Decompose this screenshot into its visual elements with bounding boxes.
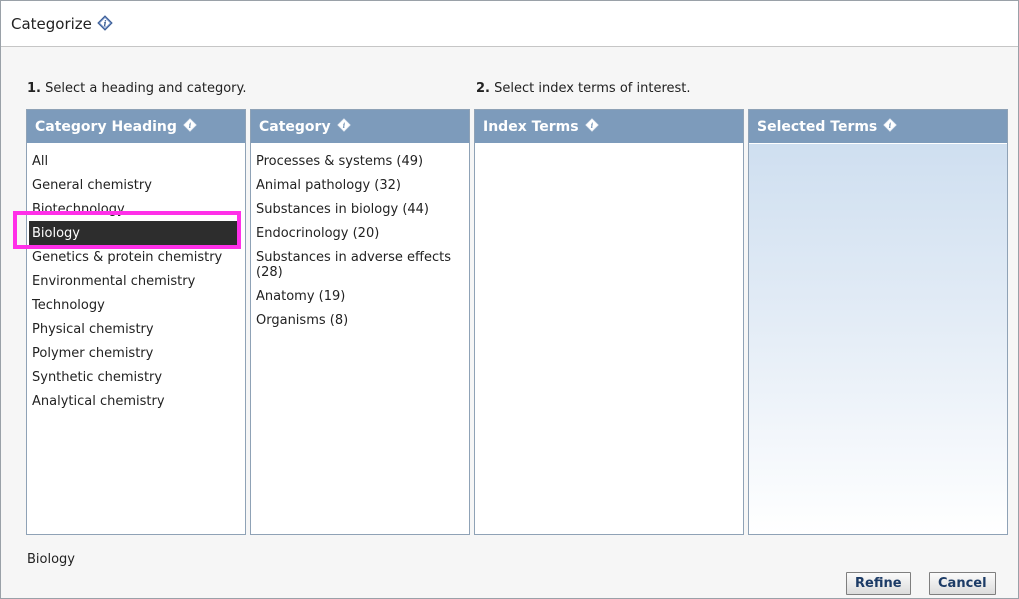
category-heading-item[interactable]: Biotechnology <box>27 197 245 221</box>
category-list-container: Processes & systems (49) Animal pathology… <box>251 144 469 534</box>
dialog-title: Categorize i <box>11 15 113 33</box>
info-icon[interactable]: i <box>336 118 351 132</box>
selected-terms-list[interactable] <box>749 144 1007 534</box>
svg-text:i: i <box>103 19 106 29</box>
category-item[interactable]: Substances in biology (44) <box>251 197 469 221</box>
category-heading-item[interactable]: Technology <box>27 293 245 317</box>
category-heading-title: Category Heading <box>35 119 177 135</box>
category-heading-item[interactable]: Genetics & protein chemistry <box>27 245 245 269</box>
index-terms-panel: Index Terms i <box>474 109 744 535</box>
selected-terms-header: Selected Terms i <box>749 110 1007 143</box>
category-heading-item[interactable]: General chemistry <box>27 173 245 197</box>
svg-text:i: i <box>590 121 593 130</box>
category-header: Category i <box>251 110 469 143</box>
category-heading-item[interactable]: Polymer chemistry <box>27 341 245 365</box>
category-list: Processes & systems (49) Animal pathology… <box>251 144 469 332</box>
dialog-title-text: Categorize <box>11 15 92 33</box>
category-heading-item[interactable]: All <box>27 149 245 173</box>
step1-text: Select a heading and category. <box>45 81 247 96</box>
index-terms-title: Index Terms <box>483 119 579 135</box>
category-heading-item[interactable]: Synthetic chemistry <box>27 365 245 389</box>
category-panel: Category i Processes & systems (49) Animal… <box>250 109 470 535</box>
info-icon[interactable]: i <box>584 118 599 132</box>
category-item[interactable]: Processes & systems (49) <box>251 149 469 173</box>
index-terms-header: Index Terms i <box>475 110 743 143</box>
category-heading-list-container: All General chemistry Biotechnology Biology… <box>27 144 245 534</box>
category-heading-header: Category Heading i <box>27 110 245 143</box>
selected-terms-title: Selected Terms <box>757 119 878 135</box>
selection-status: Biology <box>27 552 75 567</box>
category-heading-list: All General chemistry Biotechnology Biology… <box>27 144 245 413</box>
category-item[interactable]: Organisms (8) <box>251 308 469 332</box>
category-heading-panel: Category Heading i All General chemistry Bi… <box>26 109 246 535</box>
category-item[interactable]: Anatomy (19) <box>251 284 469 308</box>
selected-terms-panel: Selected Terms i <box>748 109 1008 535</box>
category-heading-item[interactable]: Biology <box>29 221 241 245</box>
category-title: Category <box>259 119 331 135</box>
info-icon[interactable]: i <box>97 15 113 31</box>
refine-button[interactable]: Refine <box>846 572 911 595</box>
category-item[interactable]: Animal pathology (32) <box>251 173 469 197</box>
index-terms-list[interactable] <box>475 144 743 534</box>
category-heading-item[interactable]: Physical chemistry <box>27 317 245 341</box>
step1-number: 1. <box>27 81 41 96</box>
info-icon[interactable]: i <box>183 118 197 132</box>
step2-instruction: 2. Select index terms of interest. <box>476 81 691 96</box>
dialog-titlebar: Categorize i <box>1 1 1018 47</box>
step2-text: Select index terms of interest. <box>494 81 691 96</box>
category-item[interactable]: Substances in adverse effects (28) <box>251 245 469 284</box>
cancel-button[interactable]: Cancel <box>929 572 996 595</box>
step1-instruction: 1. Select a heading and category. <box>27 81 246 96</box>
svg-text:i: i <box>342 121 345 130</box>
svg-text:i: i <box>189 121 192 130</box>
info-icon[interactable]: i <box>883 118 898 132</box>
category-item[interactable]: Endocrinology (20) <box>251 221 469 245</box>
svg-text:i: i <box>889 121 892 130</box>
category-heading-item[interactable]: Analytical chemistry <box>27 389 245 413</box>
category-heading-item[interactable]: Environmental chemistry <box>27 269 245 293</box>
step2-number: 2. <box>476 81 490 96</box>
categorize-dialog: Categorize i 1. Select a heading and cate… <box>0 0 1019 599</box>
